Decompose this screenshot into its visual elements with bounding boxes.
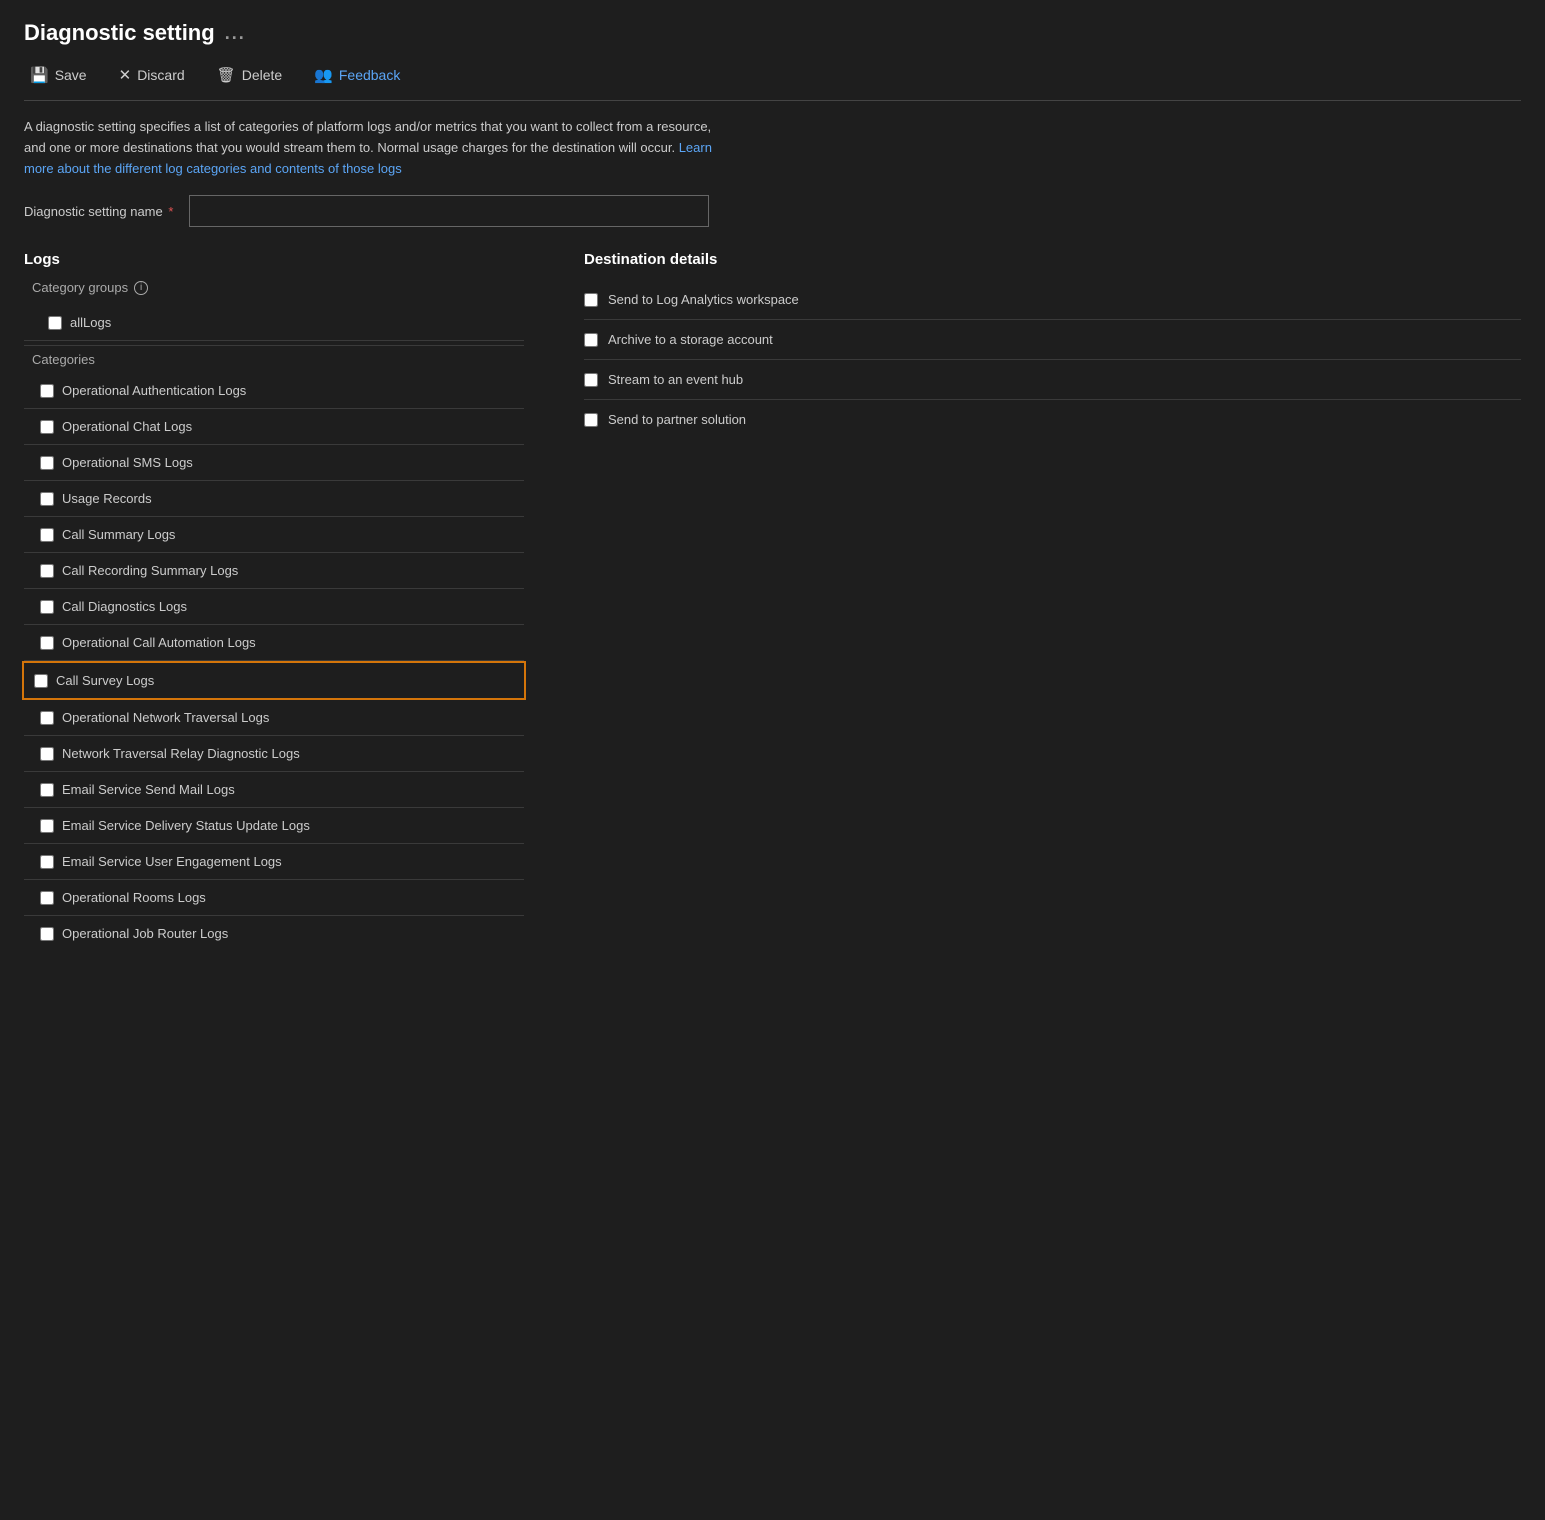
log-checkbox-email-user-eng[interactable]: [40, 855, 54, 869]
category-groups-info-icon[interactable]: i: [134, 281, 148, 295]
log-label-op-auth[interactable]: Operational Authentication Logs: [62, 383, 246, 398]
log-label-op-call-auto[interactable]: Operational Call Automation Logs: [62, 635, 256, 650]
log-item-row-op-net-trav: Operational Network Traversal Logs: [24, 700, 524, 736]
diag-name-input[interactable]: [189, 195, 709, 227]
discard-icon: ✕: [119, 66, 132, 84]
log-checkbox-call-sum[interactable]: [40, 528, 54, 542]
dest-item-event-hub: Stream to an event hub: [584, 360, 1521, 400]
log-item-row-call-rec-sum: Call Recording Summary Logs: [24, 553, 524, 589]
log-checkbox-usage-rec[interactable]: [40, 492, 54, 506]
log-label-op-net-trav[interactable]: Operational Network Traversal Logs: [62, 710, 269, 725]
log-item-row-op-job-router: Operational Job Router Logs: [24, 916, 524, 951]
log-item-row-email-user-eng: Email Service User Engagement Logs: [24, 844, 524, 880]
dest-checkbox-event-hub[interactable]: [584, 373, 598, 387]
log-label-op-rooms[interactable]: Operational Rooms Logs: [62, 890, 206, 905]
dest-checkbox-log-analytics[interactable]: [584, 293, 598, 307]
log-item-row-op-auth: Operational Authentication Logs: [24, 373, 524, 409]
log-checkbox-op-sms[interactable]: [40, 456, 54, 470]
discard-button[interactable]: ✕ Discard: [113, 62, 191, 88]
log-label-op-sms[interactable]: Operational SMS Logs: [62, 455, 193, 470]
save-button[interactable]: 💾 Save: [24, 62, 93, 88]
diag-name-row: Diagnostic setting name *: [24, 195, 1521, 227]
dest-checkbox-storage[interactable]: [584, 333, 598, 347]
log-checkbox-op-call-auto[interactable]: [40, 636, 54, 650]
log-label-call-survey[interactable]: Call Survey Logs: [56, 673, 154, 688]
log-checkbox-call-diag[interactable]: [40, 600, 54, 614]
destination-section-title: Destination details: [584, 251, 1521, 268]
discard-label: Discard: [137, 67, 184, 83]
log-checkbox-op-net-trav[interactable]: [40, 711, 54, 725]
log-item-row-email-delivery: Email Service Delivery Status Update Log…: [24, 808, 524, 844]
log-checkbox-op-auth[interactable]: [40, 384, 54, 398]
all-logs-label[interactable]: allLogs: [70, 315, 111, 330]
dest-label-log-analytics[interactable]: Send to Log Analytics workspace: [608, 292, 799, 307]
category-groups-label: Category groups i: [32, 280, 524, 295]
dest-item-log-analytics: Send to Log Analytics workspace: [584, 280, 1521, 320]
feedback-icon: 👥: [314, 66, 333, 84]
log-checkbox-op-job-router[interactable]: [40, 927, 54, 941]
log-item-row-op-rooms: Operational Rooms Logs: [24, 880, 524, 916]
delete-label: Delete: [242, 67, 282, 83]
log-label-email-user-eng[interactable]: Email Service User Engagement Logs: [62, 854, 282, 869]
description-text: A diagnostic setting specifies a list of…: [24, 117, 724, 179]
diag-name-label: Diagnostic setting name *: [24, 204, 173, 219]
log-item-row-call-survey: Call Survey Logs: [22, 661, 526, 700]
log-item-row-call-diag: Call Diagnostics Logs: [24, 589, 524, 625]
content-columns: Logs Category groups i allLogs Categorie…: [24, 251, 1521, 951]
log-label-net-trav-relay[interactable]: Network Traversal Relay Diagnostic Logs: [62, 746, 300, 761]
log-label-op-chat[interactable]: Operational Chat Logs: [62, 419, 192, 434]
log-item-row-email-send: Email Service Send Mail Logs: [24, 772, 524, 808]
dest-label-storage[interactable]: Archive to a storage account: [608, 332, 773, 347]
log-label-email-delivery[interactable]: Email Service Delivery Status Update Log…: [62, 818, 310, 833]
delete-icon: 🗑: [217, 66, 236, 84]
log-item-row-op-call-auto: Operational Call Automation Logs: [24, 625, 524, 661]
categories-label: Categories: [32, 352, 524, 367]
all-logs-checkbox[interactable]: [48, 316, 62, 330]
desc-text1: A diagnostic setting specifies a list of…: [24, 119, 711, 134]
log-checkbox-call-rec-sum[interactable]: [40, 564, 54, 578]
log-item-row-op-sms: Operational SMS Logs: [24, 445, 524, 481]
log-checkbox-net-trav-relay[interactable]: [40, 747, 54, 761]
log-checkbox-email-send[interactable]: [40, 783, 54, 797]
save-label: Save: [55, 67, 87, 83]
dest-item-storage: Archive to a storage account: [584, 320, 1521, 360]
dest-label-event-hub[interactable]: Stream to an event hub: [608, 372, 743, 387]
log-label-call-sum[interactable]: Call Summary Logs: [62, 527, 175, 542]
divider: [24, 345, 524, 346]
log-checkbox-op-rooms[interactable]: [40, 891, 54, 905]
log-checkbox-op-chat[interactable]: [40, 420, 54, 434]
log-item-row-net-trav-relay: Network Traversal Relay Diagnostic Logs: [24, 736, 524, 772]
dest-label-partner[interactable]: Send to partner solution: [608, 412, 746, 427]
log-item-row-op-chat: Operational Chat Logs: [24, 409, 524, 445]
logs-section-title: Logs: [24, 251, 524, 268]
log-items-container: Operational Authentication Logs Operation…: [24, 373, 524, 951]
required-marker: *: [168, 204, 173, 219]
page-title-row: Diagnostic setting ...: [24, 20, 1521, 46]
log-checkbox-call-survey[interactable]: [34, 674, 48, 688]
feedback-label: Feedback: [339, 67, 400, 83]
log-item-row-call-sum: Call Summary Logs: [24, 517, 524, 553]
log-item-row-usage-rec: Usage Records: [24, 481, 524, 517]
all-logs-row: allLogs: [24, 305, 524, 341]
log-label-op-job-router[interactable]: Operational Job Router Logs: [62, 926, 228, 941]
log-label-call-rec-sum[interactable]: Call Recording Summary Logs: [62, 563, 238, 578]
destination-column: Destination details Send to Log Analytic…: [584, 251, 1521, 439]
page-title: Diagnostic setting: [24, 20, 215, 46]
feedback-button[interactable]: 👥 Feedback: [308, 62, 406, 88]
log-label-email-send[interactable]: Email Service Send Mail Logs: [62, 782, 235, 797]
log-checkbox-email-delivery[interactable]: [40, 819, 54, 833]
desc-text2: and one or more destinations that you wo…: [24, 140, 679, 155]
log-label-usage-rec[interactable]: Usage Records: [62, 491, 152, 506]
dest-items-container: Send to Log Analytics workspace Archive t…: [584, 280, 1521, 439]
log-label-call-diag[interactable]: Call Diagnostics Logs: [62, 599, 187, 614]
dest-checkbox-partner[interactable]: [584, 413, 598, 427]
dest-item-partner: Send to partner solution: [584, 400, 1521, 439]
toolbar: 💾 Save ✕ Discard 🗑 Delete 👥 Feedback: [24, 62, 1521, 101]
save-icon: 💾: [30, 66, 49, 84]
delete-button[interactable]: 🗑 Delete: [211, 62, 289, 88]
logs-column: Logs Category groups i allLogs Categorie…: [24, 251, 524, 951]
page-container: Diagnostic setting ... 💾 Save ✕ Discard …: [0, 0, 1545, 971]
title-ellipsis: ...: [225, 23, 246, 44]
